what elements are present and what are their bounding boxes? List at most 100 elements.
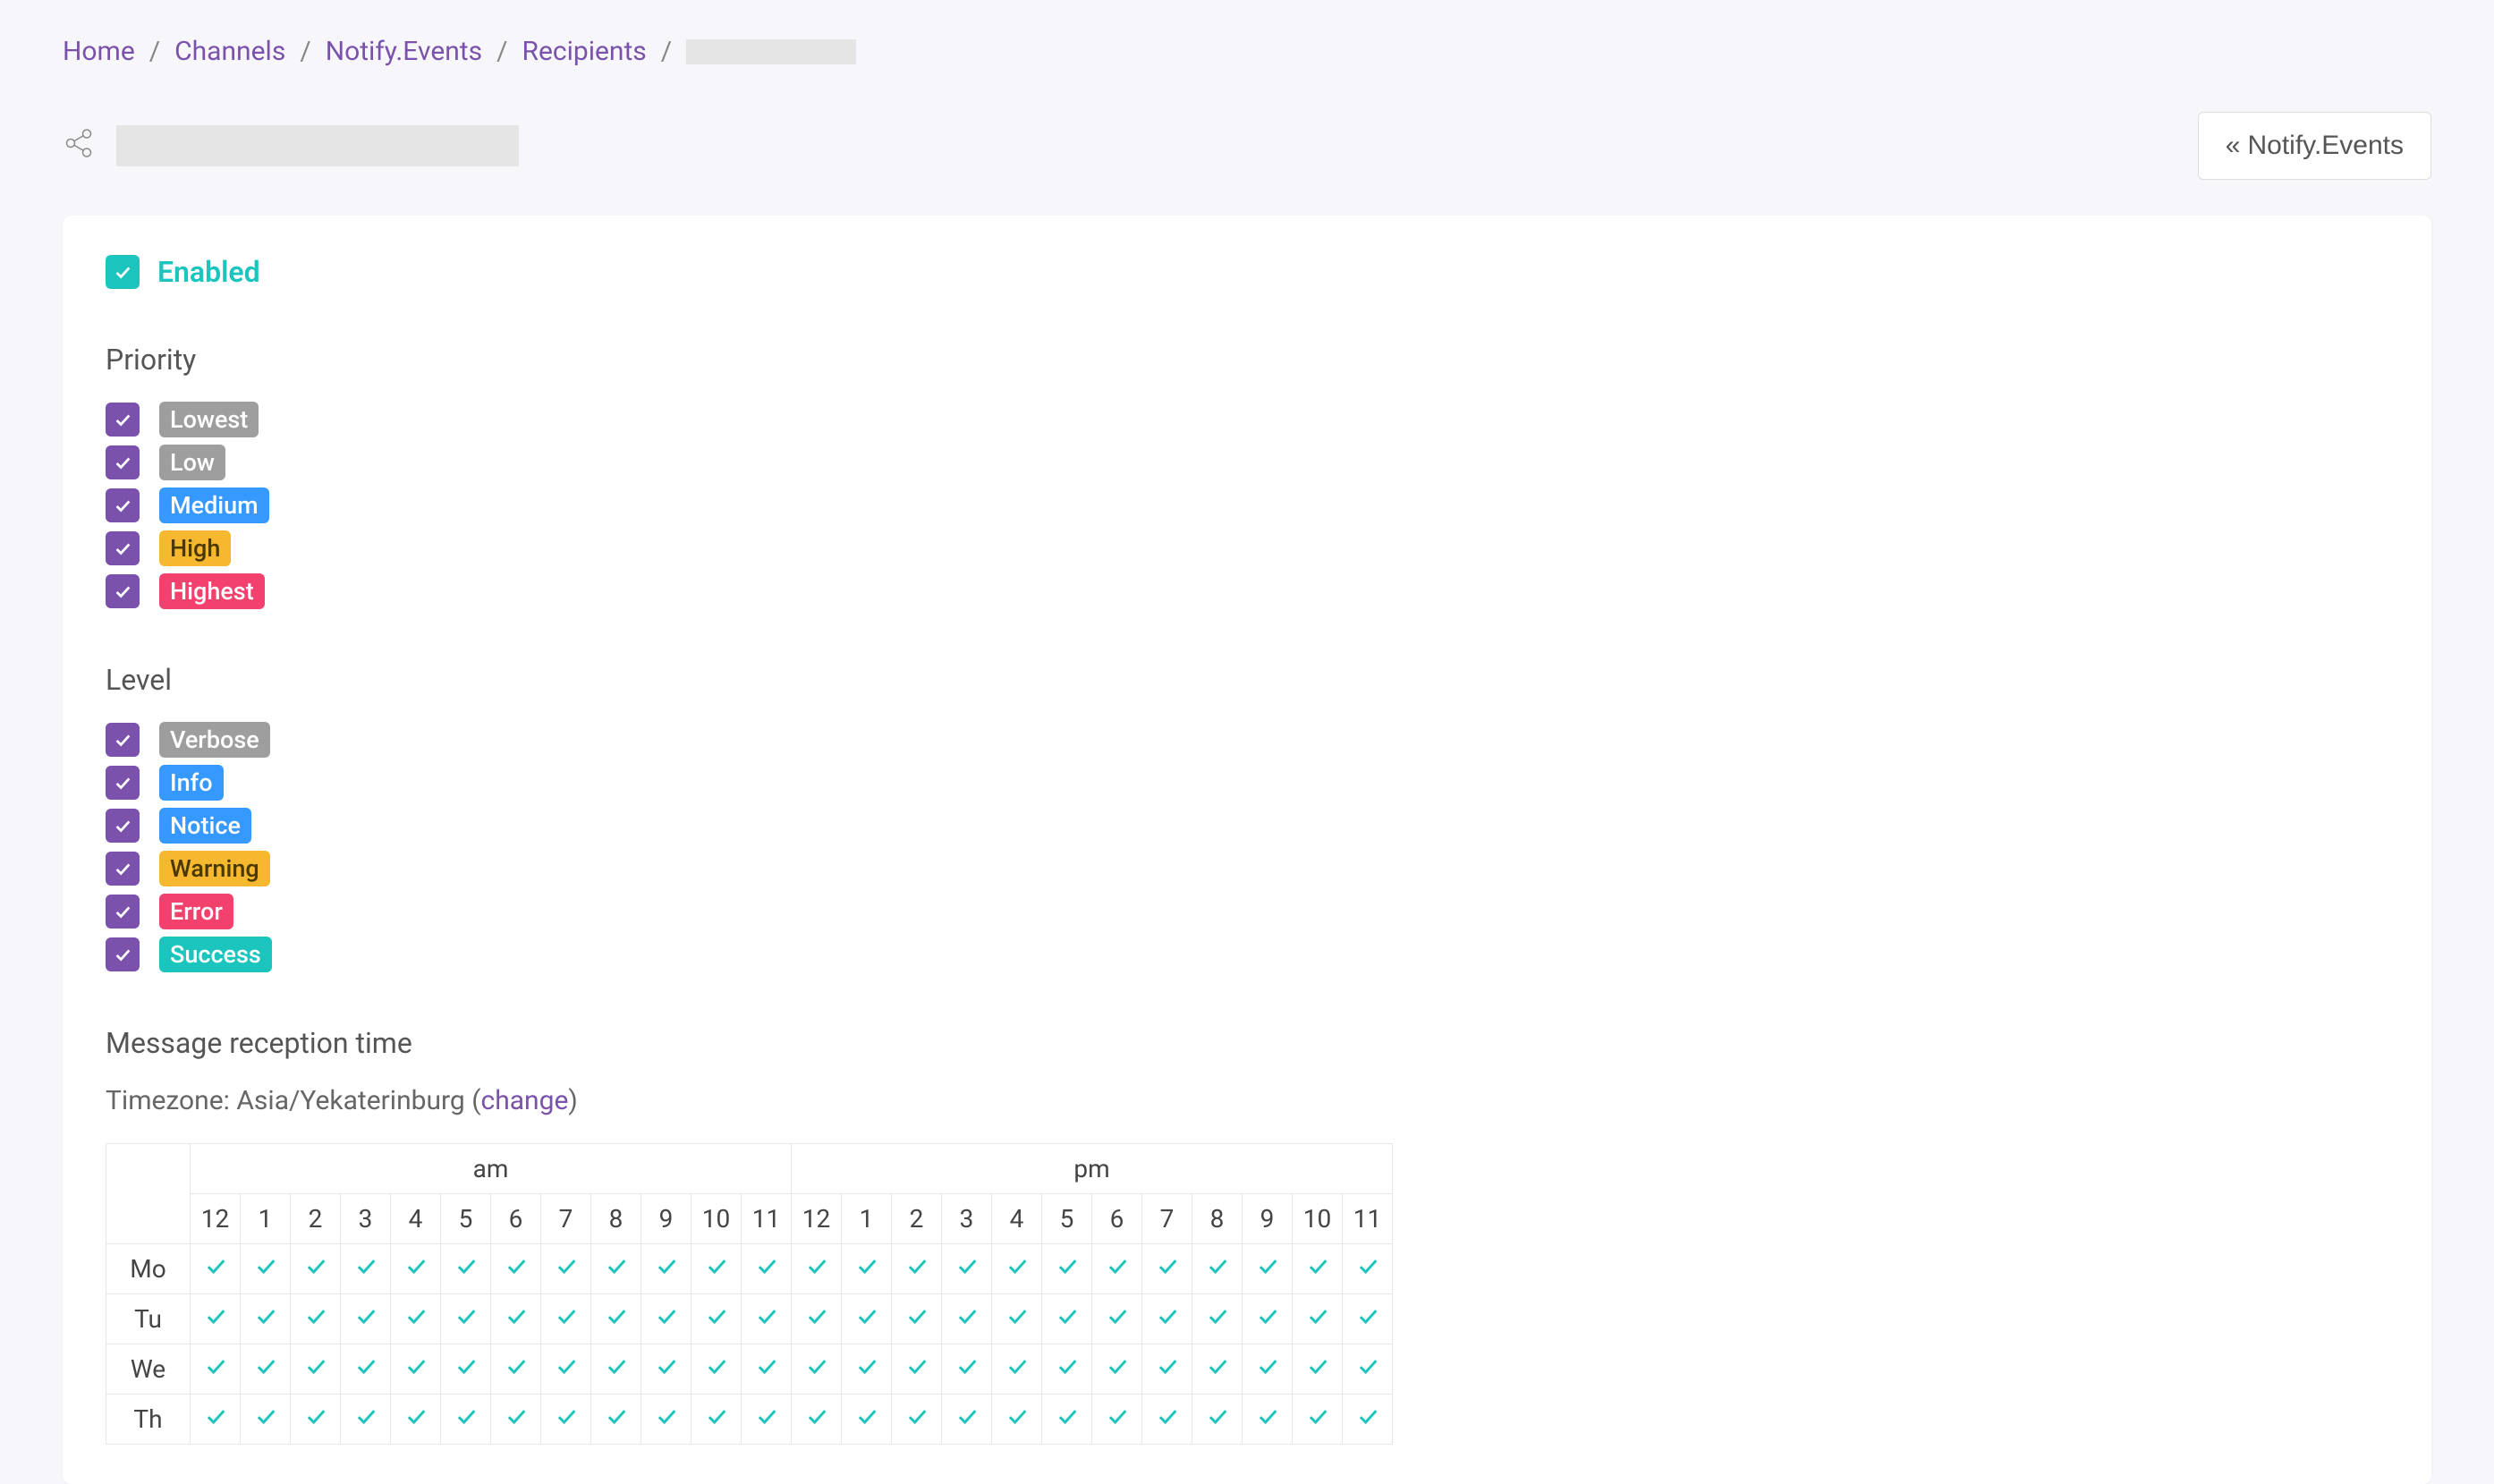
- timezone-change-link[interactable]: change: [481, 1085, 569, 1116]
- schedule-cell[interactable]: [1293, 1395, 1343, 1445]
- schedule-cell[interactable]: [1142, 1344, 1192, 1395]
- schedule-cell[interactable]: [742, 1244, 792, 1294]
- schedule-cell[interactable]: [1192, 1395, 1243, 1445]
- schedule-cell[interactable]: [341, 1294, 391, 1344]
- schedule-cell[interactable]: [291, 1395, 341, 1445]
- priority-checkbox[interactable]: [106, 488, 140, 522]
- schedule-cell[interactable]: [241, 1395, 291, 1445]
- level-checkbox[interactable]: [106, 937, 140, 971]
- schedule-cell[interactable]: [691, 1395, 742, 1445]
- priority-checkbox[interactable]: [106, 574, 140, 608]
- schedule-cell[interactable]: [1343, 1294, 1393, 1344]
- schedule-cell[interactable]: [792, 1244, 842, 1294]
- schedule-cell[interactable]: [341, 1395, 391, 1445]
- schedule-cell[interactable]: [641, 1395, 691, 1445]
- level-checkbox[interactable]: [106, 852, 140, 886]
- schedule-cell[interactable]: [1243, 1244, 1293, 1294]
- level-checkbox[interactable]: [106, 895, 140, 929]
- schedule-cell[interactable]: [942, 1395, 992, 1445]
- schedule-cell[interactable]: [641, 1294, 691, 1344]
- schedule-cell[interactable]: [1243, 1395, 1293, 1445]
- schedule-cell[interactable]: [892, 1294, 942, 1344]
- schedule-cell[interactable]: [441, 1395, 491, 1445]
- schedule-cell[interactable]: [191, 1344, 241, 1395]
- schedule-cell[interactable]: [992, 1395, 1042, 1445]
- schedule-hour-header[interactable]: 2: [892, 1194, 942, 1244]
- schedule-cell[interactable]: [992, 1244, 1042, 1294]
- schedule-hour-header[interactable]: 12: [191, 1194, 241, 1244]
- schedule-cell[interactable]: [842, 1395, 892, 1445]
- level-checkbox[interactable]: [106, 766, 140, 800]
- schedule-cell[interactable]: [1293, 1294, 1343, 1344]
- schedule-cell[interactable]: [792, 1294, 842, 1344]
- schedule-cell[interactable]: [441, 1244, 491, 1294]
- schedule-cell[interactable]: [1142, 1395, 1192, 1445]
- share-icon[interactable]: [63, 127, 95, 165]
- schedule-cell[interactable]: [291, 1244, 341, 1294]
- schedule-cell[interactable]: [491, 1244, 541, 1294]
- schedule-cell[interactable]: [491, 1395, 541, 1445]
- enabled-checkbox[interactable]: [106, 255, 140, 289]
- schedule-cell[interactable]: [1192, 1344, 1243, 1395]
- schedule-cell[interactable]: [641, 1344, 691, 1395]
- back-to-notify-events-button[interactable]: « Notify.Events: [2198, 112, 2431, 180]
- schedule-cell[interactable]: [191, 1244, 241, 1294]
- schedule-cell[interactable]: [541, 1395, 591, 1445]
- schedule-cell[interactable]: [541, 1244, 591, 1294]
- schedule-cell[interactable]: [842, 1344, 892, 1395]
- schedule-day-label[interactable]: Th: [106, 1395, 191, 1445]
- schedule-cell[interactable]: [942, 1344, 992, 1395]
- breadcrumb-notify-events[interactable]: Notify.Events: [326, 36, 482, 67]
- schedule-cell[interactable]: [341, 1244, 391, 1294]
- schedule-cell[interactable]: [291, 1294, 341, 1344]
- level-checkbox[interactable]: [106, 809, 140, 843]
- schedule-cell[interactable]: [792, 1395, 842, 1445]
- schedule-cell[interactable]: [842, 1244, 892, 1294]
- schedule-cell[interactable]: [441, 1344, 491, 1395]
- schedule-hour-header[interactable]: 4: [391, 1194, 441, 1244]
- schedule-cell[interactable]: [792, 1344, 842, 1395]
- schedule-cell[interactable]: [992, 1294, 1042, 1344]
- schedule-hour-header[interactable]: 3: [942, 1194, 992, 1244]
- schedule-cell[interactable]: [1343, 1244, 1393, 1294]
- schedule-cell[interactable]: [241, 1244, 291, 1294]
- schedule-cell[interactable]: [341, 1344, 391, 1395]
- schedule-hour-header[interactable]: 9: [641, 1194, 691, 1244]
- schedule-cell[interactable]: [742, 1294, 792, 1344]
- schedule-cell[interactable]: [1142, 1244, 1192, 1294]
- schedule-cell[interactable]: [1293, 1344, 1343, 1395]
- schedule-cell[interactable]: [391, 1395, 441, 1445]
- schedule-cell[interactable]: [1343, 1395, 1393, 1445]
- schedule-cell[interactable]: [1243, 1294, 1293, 1344]
- schedule-hour-header[interactable]: 10: [691, 1194, 742, 1244]
- schedule-cell[interactable]: [1042, 1344, 1092, 1395]
- schedule-cell[interactable]: [1042, 1244, 1092, 1294]
- schedule-day-label[interactable]: We: [106, 1344, 191, 1395]
- schedule-hour-header[interactable]: 5: [441, 1194, 491, 1244]
- schedule-cell[interactable]: [892, 1395, 942, 1445]
- schedule-cell[interactable]: [491, 1294, 541, 1344]
- schedule-cell[interactable]: [1092, 1395, 1142, 1445]
- priority-checkbox[interactable]: [106, 403, 140, 437]
- breadcrumb-home[interactable]: Home: [63, 36, 135, 67]
- breadcrumb-channels[interactable]: Channels: [174, 36, 285, 67]
- schedule-hour-header[interactable]: 2: [291, 1194, 341, 1244]
- schedule-hour-header[interactable]: 1: [842, 1194, 892, 1244]
- schedule-cell[interactable]: [191, 1294, 241, 1344]
- schedule-cell[interactable]: [391, 1344, 441, 1395]
- schedule-hour-header[interactable]: 9: [1243, 1194, 1293, 1244]
- schedule-cell[interactable]: [942, 1244, 992, 1294]
- schedule-cell[interactable]: [942, 1294, 992, 1344]
- schedule-hour-header[interactable]: 10: [1293, 1194, 1343, 1244]
- breadcrumb-recipients[interactable]: Recipients: [522, 36, 646, 67]
- schedule-day-label[interactable]: Mo: [106, 1244, 191, 1294]
- schedule-cell[interactable]: [391, 1294, 441, 1344]
- schedule-cell[interactable]: [491, 1344, 541, 1395]
- schedule-cell[interactable]: [391, 1244, 441, 1294]
- schedule-hour-header[interactable]: 11: [742, 1194, 792, 1244]
- schedule-cell[interactable]: [842, 1294, 892, 1344]
- schedule-cell[interactable]: [1343, 1344, 1393, 1395]
- schedule-hour-header[interactable]: 11: [1343, 1194, 1393, 1244]
- schedule-cell[interactable]: [1092, 1294, 1142, 1344]
- schedule-cell[interactable]: [291, 1344, 341, 1395]
